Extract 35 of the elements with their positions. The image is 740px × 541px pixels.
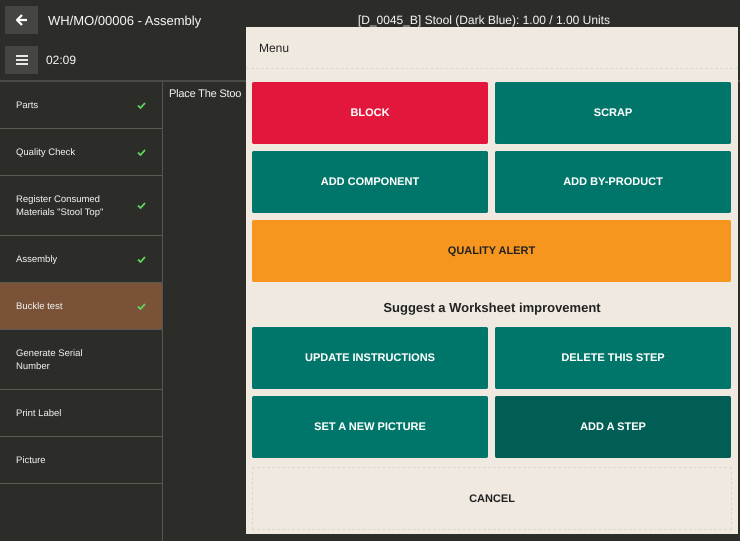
step-label: Register Consumed Materials "Stool Top" <box>16 192 104 218</box>
instruction-text: Place The Stoo <box>169 88 242 100</box>
menu-icon <box>16 55 28 65</box>
step-item[interactable]: Generate Serial Number <box>0 330 162 390</box>
action-button[interactable]: QUALITY ALERT <box>252 220 731 282</box>
step-label: Picture <box>16 454 47 466</box>
step-item[interactable]: Buckle test <box>0 283 162 330</box>
step-item[interactable]: Quality Check <box>0 129 162 176</box>
step-label: Assembly <box>16 252 58 266</box>
section-heading: Suggest a Worksheet improvement <box>382 300 602 315</box>
cancel-button[interactable]: CANCEL <box>253 468 731 529</box>
step-label: Print Label <box>16 406 62 420</box>
back-arrow-icon <box>16 14 28 26</box>
action-button[interactable]: ADD COMPONENT <box>252 151 488 213</box>
dialog-title: Menu <box>259 40 290 54</box>
step-item[interactable]: Print Label <box>0 390 162 437</box>
step-item[interactable]: Parts <box>0 82 162 129</box>
step-label: Generate Serial Number <box>16 346 84 372</box>
action-button[interactable]: ADD A STEP <box>495 396 731 458</box>
menu-button[interactable] <box>5 46 38 74</box>
timer: 02:09 <box>46 53 76 67</box>
order-title: WH/MO/00006 - Assembly <box>48 12 202 28</box>
step-item[interactable]: Register Consumed Materials "Stool Top" <box>0 176 162 236</box>
step-label: Parts <box>16 98 40 112</box>
step-label: Buckle test <box>16 300 64 312</box>
action-button[interactable]: UPDATE INSTRUCTIONS <box>252 327 488 389</box>
action-button[interactable]: SCRAP <box>495 82 731 144</box>
action-button[interactable]: ADD BY-PRODUCT <box>495 151 731 213</box>
product-quantity: [D_0045_B] Stool (Dark Blue): 1.00 / 1.00 Units <box>358 13 610 27</box>
step-item[interactable]: Picture <box>0 437 162 484</box>
action-button[interactable]: DELETE THIS STEP <box>495 327 731 389</box>
action-button[interactable]: SET A NEW PICTURE <box>252 396 488 458</box>
step-label: Quality Check <box>16 146 76 158</box>
block-button[interactable]: BLOCK <box>252 82 488 144</box>
back-button[interactable] <box>5 6 38 34</box>
